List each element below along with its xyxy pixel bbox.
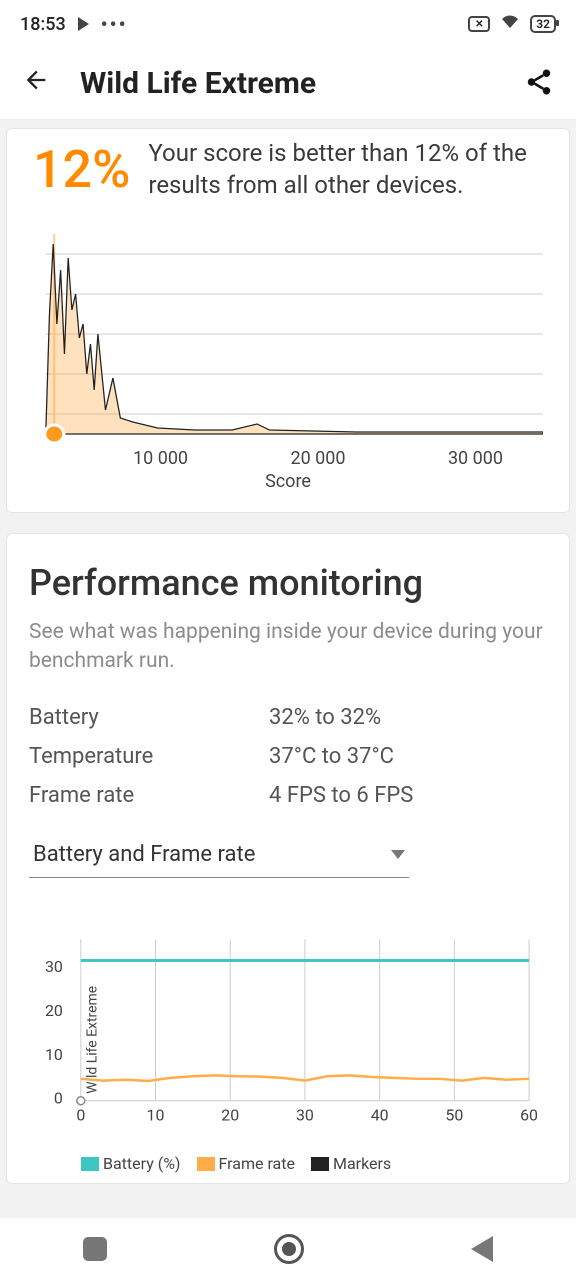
svg-text:20: 20	[221, 1105, 239, 1124]
percentile-text: Your score is better than 12% of the res…	[148, 137, 543, 202]
percentile-card: 12% Your score is better than 12% of the…	[6, 128, 570, 513]
metric-row-battery: Battery 32% to 32%	[29, 705, 547, 730]
score-distribution-chart	[33, 224, 543, 444]
recents-button[interactable]	[83, 1237, 107, 1261]
monitoring-legend: Battery (%) Frame rate Markers	[29, 1154, 547, 1173]
svg-text:60: 60	[520, 1105, 538, 1124]
metric-value: 32% to 32%	[269, 705, 381, 730]
legend-swatch-markers-icon	[311, 1157, 329, 1171]
status-time: 18:53	[20, 14, 66, 35]
svg-text:30: 30	[296, 1105, 314, 1124]
svg-text:40: 40	[371, 1105, 389, 1124]
performance-card: Performance monitoring See what was happ…	[6, 533, 570, 1184]
svg-text:20: 20	[45, 1001, 63, 1020]
perf-title: Performance monitoring	[29, 562, 547, 604]
page-title: Wild Life Extreme	[80, 66, 494, 101]
more-notifications-icon: •••	[101, 12, 128, 36]
svg-text:Wild Life Extreme: Wild Life Extreme	[85, 985, 101, 1093]
legend-swatch-framerate-icon	[197, 1157, 215, 1171]
system-nav-bar	[0, 1218, 576, 1280]
metric-row-temperature: Temperature 37°C to 37°C	[29, 744, 547, 769]
percentile-value: 12%	[33, 139, 130, 200]
chevron-down-icon	[391, 850, 405, 859]
share-button[interactable]	[524, 67, 554, 101]
metric-row-framerate: Frame rate 4 FPS to 6 FPS	[29, 783, 547, 808]
wifi-icon	[500, 14, 520, 35]
dropdown-value: Battery and Frame rate	[33, 842, 255, 867]
distribution-x-label: Score	[33, 471, 543, 492]
battery-icon: 32	[530, 15, 556, 33]
chart-selector-dropdown[interactable]: Battery and Frame rate	[29, 836, 409, 878]
back-button-system[interactable]	[471, 1236, 493, 1262]
svg-text:0: 0	[76, 1105, 85, 1124]
play-store-icon	[78, 17, 89, 31]
metric-value: 37°C to 37°C	[269, 744, 394, 769]
app-bar: Wild Life Extreme	[0, 48, 576, 120]
perf-subtitle: See what was happening inside your devic…	[29, 618, 547, 677]
distribution-x-ticks: 10 000 20 000 30 000	[33, 448, 543, 469]
home-button[interactable]	[274, 1234, 304, 1264]
status-bar: 18:53 ••• ✕ 32	[0, 0, 576, 48]
svg-text:50: 50	[445, 1105, 463, 1124]
metric-label: Frame rate	[29, 783, 269, 808]
monitoring-chart: 0 10 20 30 Wild Life Extreme	[29, 924, 547, 1173]
svg-text:0: 0	[54, 1088, 63, 1107]
svg-text:10: 10	[45, 1044, 63, 1063]
metric-label: Temperature	[29, 744, 269, 769]
metric-label: Battery	[29, 705, 269, 730]
svg-text:30: 30	[45, 957, 63, 976]
mute-icon: ✕	[468, 16, 490, 32]
legend-swatch-battery-icon	[81, 1157, 99, 1171]
back-button[interactable]	[22, 66, 50, 102]
metric-value: 4 FPS to 6 FPS	[269, 783, 413, 808]
svg-text:10: 10	[147, 1105, 165, 1124]
